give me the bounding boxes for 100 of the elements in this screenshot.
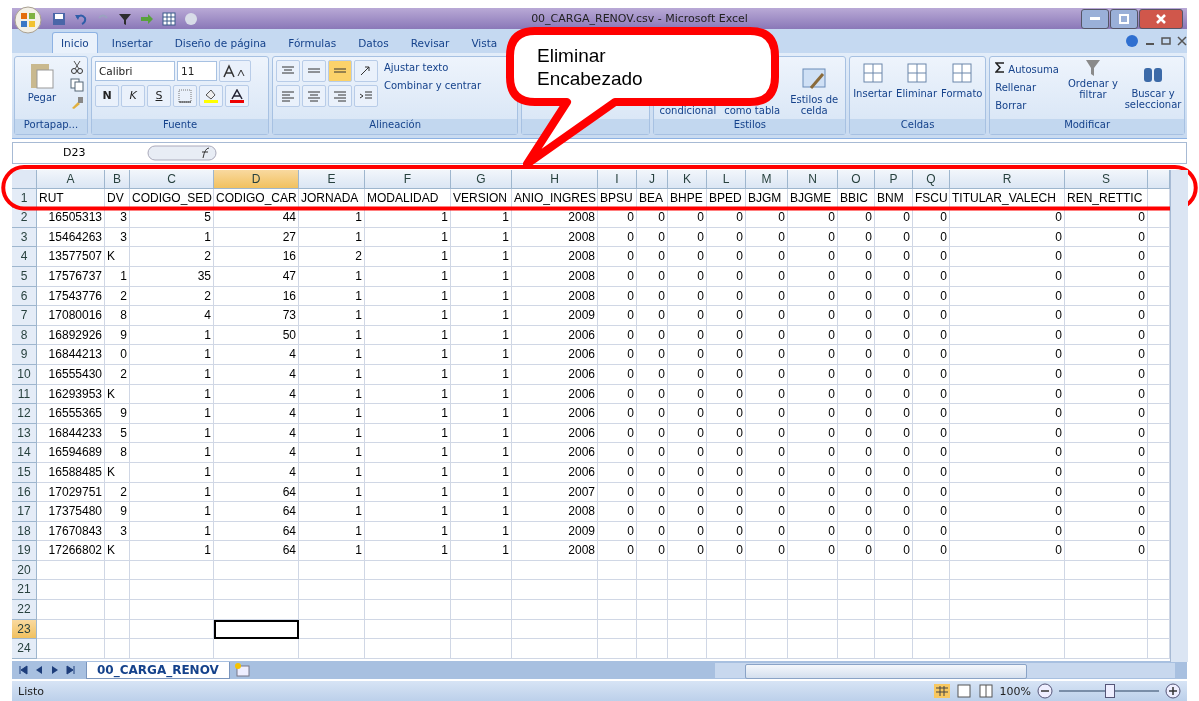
column-header[interactable]: R [950,169,1065,189]
row-header[interactable]: 9 [12,345,37,365]
select-all-corner[interactable] [12,169,37,189]
italic-button[interactable]: K [121,84,145,107]
ribbon-tab[interactable]: Fórmulas [280,32,345,53]
minimize-button[interactable] [1081,8,1109,29]
column-header[interactable]: F [365,169,451,189]
column-header[interactable]: A [37,169,105,189]
first-sheet-icon[interactable] [18,665,28,676]
column-header[interactable]: K [668,169,707,189]
office-button[interactable] [14,5,42,34]
fill-color-button[interactable] [199,84,223,107]
merge-center-button[interactable]: Combinar y centrar [382,77,484,93]
column-header[interactable]: L [707,169,746,189]
borders-button[interactable] [173,84,197,107]
last-sheet-icon[interactable] [66,665,76,676]
table-icon[interactable] [162,11,176,26]
column-header[interactable]: D [214,169,299,189]
close-button[interactable] [1139,8,1183,29]
font-color-button[interactable] [225,84,249,107]
zoom-level[interactable]: 100% [999,684,1031,698]
bold-button[interactable]: N [95,84,119,107]
cells-button[interactable]: Formato [941,59,983,99]
maximize-button[interactable] [1110,8,1138,29]
save-icon[interactable] [52,11,66,26]
ribbon-tab[interactable]: Inicio [52,31,98,53]
column-header[interactable]: S [1065,169,1148,189]
row-header[interactable]: 22 [12,600,37,620]
page-break-icon[interactable] [977,684,994,699]
align-middle-button[interactable] [302,59,326,82]
ribbon-tab[interactable]: Insertar [103,32,161,53]
help-icon[interactable] [1125,34,1139,49]
circle-icon[interactable] [184,11,198,26]
column-header[interactable]: M [746,169,788,189]
next-sheet-icon[interactable] [50,665,60,676]
row-header[interactable]: 17 [12,502,37,522]
align-center-button[interactable] [302,84,326,107]
zoom-out-icon[interactable] [1037,683,1053,700]
column-header[interactable]: C [130,169,214,189]
table-format-button[interactable]: como tabla [722,103,783,117]
wrap-text-button[interactable]: Ajustar texto [382,59,484,75]
paste-button[interactable]: Pegar [18,59,66,103]
column-header[interactable]: O [838,169,875,189]
page-layout-icon[interactable] [955,684,972,699]
cells-button[interactable]: Insertar [853,59,893,99]
column-header[interactable]: N [788,169,838,189]
filter-icon[interactable] [118,11,132,26]
close-icon[interactable] [1177,36,1187,47]
font-size-field[interactable]: 11 [177,60,217,81]
restore-icon[interactable] [1161,36,1171,47]
ribbon-tab[interactable]: Datos [350,32,397,53]
column-header[interactable]: G [451,169,512,189]
row-header[interactable]: 14 [12,443,37,463]
align-bottom-button[interactable] [328,59,352,82]
column-header[interactable]: I [598,169,637,189]
copy-icon[interactable] [70,77,84,92]
row-header[interactable]: 21 [12,580,37,601]
align-left-button[interactable] [276,84,300,107]
group-label: Celdas [850,119,986,135]
normal-view-icon[interactable] [933,684,950,699]
sheet-tab[interactable]: 00_CARGA_RENOV [86,661,230,679]
column-header[interactable]: Q [913,169,950,189]
column-header[interactable]: E [299,169,365,189]
row-header[interactable]: 24 [12,639,37,659]
fill-button[interactable]: Rellenar [993,79,1061,95]
table-cell: MODALIDAD [365,188,451,209]
empty-cell [746,600,788,620]
zoom-slider-thumb[interactable] [1105,684,1115,699]
new-sheet-icon[interactable] [233,662,252,679]
zoom-in-icon[interactable] [1165,683,1181,700]
grow-font-button[interactable] [219,59,251,82]
column-header[interactable]: P [875,169,913,189]
autosum-button[interactable]: Autosuma [993,59,1061,77]
column-header[interactable]: J [637,169,668,189]
font-name-field[interactable]: Calibri [95,60,175,81]
indent-button[interactable] [354,84,378,107]
ribbon-tab[interactable]: Diseño de página [166,32,275,53]
column-header[interactable]: B [105,169,130,189]
column-header[interactable]: H [512,169,598,189]
cell-styles-button[interactable]: Estilos de celda [786,66,843,117]
ribbon-tab[interactable]: Revisar [402,32,458,53]
align-right-button[interactable] [328,84,352,107]
conditional-format-button[interactable]: condicional [657,103,719,117]
ribbon-tab[interactable]: Vista [463,32,506,53]
prev-sheet-icon[interactable] [34,665,44,676]
align-top-button[interactable] [276,59,300,82]
clear-button[interactable]: Borrar [993,97,1061,113]
sort-filter-button[interactable]: Ordenar y filtrar [1065,59,1121,100]
underline-button[interactable]: S [147,84,171,107]
brush-icon[interactable] [70,95,84,110]
row-header[interactable]: 19 [12,541,37,561]
scissors-icon[interactable] [70,59,84,74]
indent-icon [359,89,373,102]
find-select-button[interactable]: Buscar y seleccionar [1125,59,1181,110]
selected-cell[interactable] [214,619,299,640]
row-header[interactable]: 7 [12,306,37,326]
row-header[interactable]: 4 [12,247,37,267]
row-header[interactable]: 12 [12,404,37,424]
cells-button[interactable]: Eliminar [896,59,938,99]
orientation-button[interactable] [354,59,378,82]
